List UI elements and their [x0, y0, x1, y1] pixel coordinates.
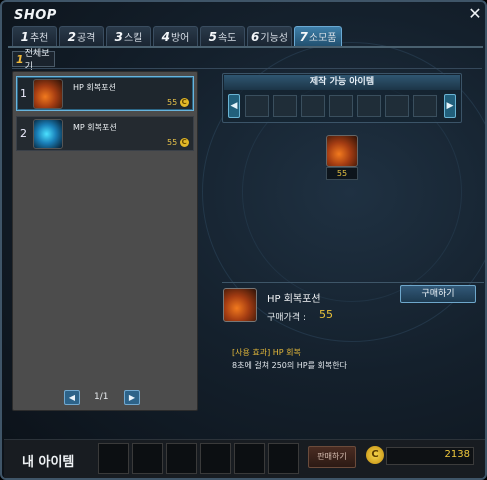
- inventory-slot[interactable]: [268, 443, 299, 474]
- inventory-slot[interactable]: [200, 443, 231, 474]
- craft-scroll-right-button[interactable]: ▶: [444, 94, 456, 118]
- item-index: 1: [20, 87, 27, 100]
- subtab-view-all[interactable]: 1 전체보기: [12, 49, 55, 72]
- item-price: 55 C: [167, 98, 189, 107]
- detail-price-label: 구매가격 :: [267, 313, 307, 323]
- craft-slot[interactable]: [273, 95, 297, 117]
- tab-utility[interactable]: 6 기능성: [247, 26, 292, 46]
- list-pager: ◀ 1/1 ▶: [12, 388, 198, 408]
- next-page-button[interactable]: ▶: [124, 390, 140, 405]
- subtab-divider: [12, 68, 482, 69]
- craft-scroll-left-button[interactable]: ◀: [228, 94, 240, 118]
- detail-item-name: HP 회복포션: [267, 294, 321, 305]
- craft-slot[interactable]: [329, 95, 353, 117]
- page-indicator: 1/1: [94, 392, 109, 402]
- sell-button[interactable]: 판매하기: [308, 446, 356, 468]
- craft-slot[interactable]: [357, 95, 381, 117]
- detail-hp-potion-icon: [223, 288, 257, 322]
- inventory-slot[interactable]: [132, 443, 163, 474]
- craftable-title: 제작 가능 아이템: [224, 75, 460, 90]
- tab-recommended[interactable]: 1 추천: [12, 26, 57, 46]
- gold-coin-icon: C: [366, 446, 384, 464]
- category-tabs: 1 추천 2 공격 3 스킬 4 방어 5 속도 6 기능성 7 소모품: [12, 26, 342, 46]
- item-name: HP 회복포션: [73, 83, 116, 92]
- craft-result-quantity: 55: [326, 167, 358, 180]
- window-title: SHOP: [14, 8, 57, 23]
- tab-attack[interactable]: 2 공격: [59, 26, 104, 46]
- craft-slot[interactable]: [385, 95, 409, 117]
- tab-speed[interactable]: 5 속도: [200, 26, 245, 46]
- craft-slot[interactable]: [245, 95, 269, 117]
- list-item-mp-potion[interactable]: 2 MP 회복포션 55 C: [16, 116, 194, 151]
- prev-page-button[interactable]: ◀: [64, 390, 80, 405]
- item-name: MP 회복포션: [73, 123, 117, 132]
- coin-icon: C: [179, 138, 189, 147]
- item-list: 1 HP 회복포션 55 C 2 MP 회복포션 55 C: [12, 71, 198, 411]
- tab-defense[interactable]: 4 방어: [153, 26, 198, 46]
- detail-price: 55: [319, 308, 333, 321]
- effect-description: 8초에 걸쳐 250의 HP를 회복한다: [232, 361, 347, 370]
- detail-divider: [222, 282, 484, 283]
- mp-potion-icon: [33, 119, 63, 149]
- close-icon[interactable]: ✕: [467, 6, 483, 22]
- hp-potion-icon: [33, 79, 63, 109]
- tab-skill[interactable]: 3 스킬: [106, 26, 151, 46]
- item-index: 2: [20, 127, 27, 140]
- inventory-slot[interactable]: [234, 443, 265, 474]
- craft-result-hp-potion-icon[interactable]: [326, 135, 358, 167]
- inventory-slot[interactable]: [98, 443, 129, 474]
- effect-label: [사용 효과] HP 회복: [232, 348, 301, 357]
- inventory-slot[interactable]: [166, 443, 197, 474]
- craftable-items-panel: 제작 가능 아이템 ◀ ▶: [222, 73, 462, 123]
- tab-consumables[interactable]: 7 소모품: [294, 26, 342, 46]
- my-items-label: 내 아이템: [22, 455, 75, 470]
- gold-amount: 2138: [444, 449, 470, 460]
- craft-slot[interactable]: [413, 95, 437, 117]
- list-item-hp-potion[interactable]: 1 HP 회복포션 55 C: [16, 76, 194, 111]
- craft-slot[interactable]: [301, 95, 325, 117]
- coin-icon: C: [179, 98, 189, 107]
- buy-button[interactable]: 구매하기: [400, 285, 476, 303]
- item-price: 55 C: [167, 138, 189, 147]
- shop-window: SHOP ✕ 1 추천 2 공격 3 스킬 4 방어 5 속도 6 기능성 7 소모품 1 전체…: [0, 0, 487, 480]
- tab-divider: [8, 46, 483, 48]
